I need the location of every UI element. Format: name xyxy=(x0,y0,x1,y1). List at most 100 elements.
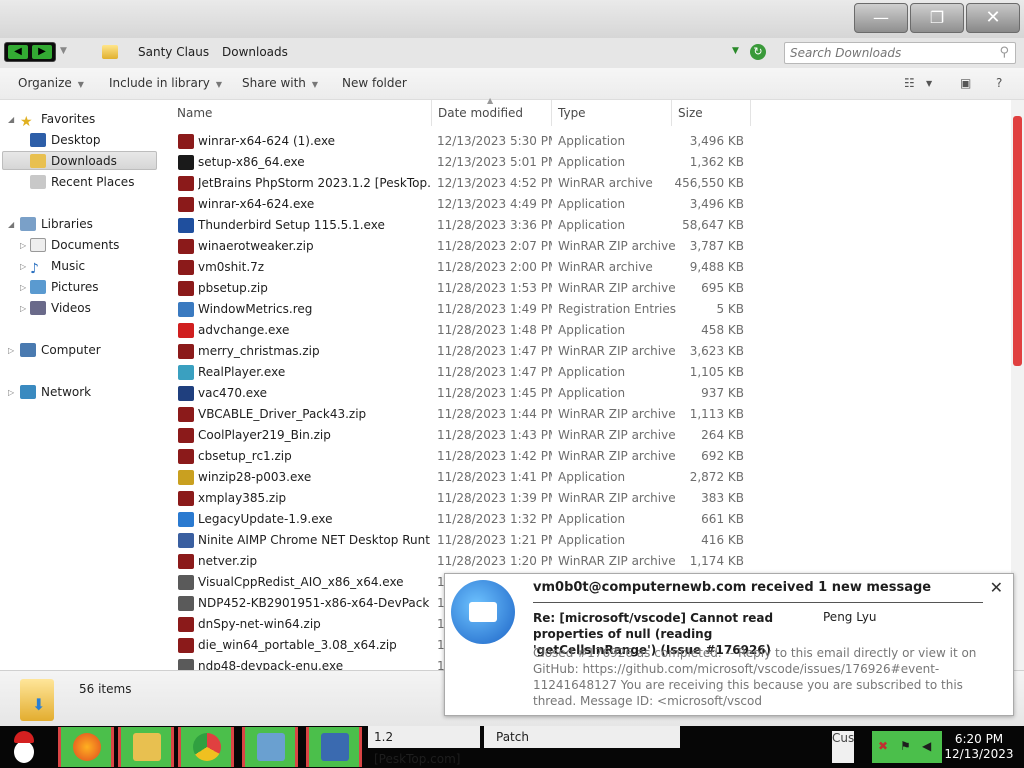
file-size: 458 KB xyxy=(701,323,744,337)
table-row[interactable]: LegacyUpdate-1.9.exe 11/28/2023 1:32 PM Ap… xyxy=(170,509,755,530)
table-row[interactable]: setup-x86_64.exe 12/13/2023 5:01 PM Applic… xyxy=(170,152,755,173)
table-row[interactable]: vac470.exe 11/28/2023 1:45 PM Application 9… xyxy=(170,383,755,404)
scrollbar-thumb[interactable] xyxy=(1013,116,1022,366)
column-header-date[interactable]: Date modified xyxy=(438,100,523,126)
minimize-button[interactable]: — xyxy=(854,3,908,33)
search-input[interactable] xyxy=(785,43,985,63)
chrome-icon xyxy=(193,733,221,761)
recent-pages-icon[interactable]: ▼ xyxy=(60,46,67,56)
column-header-type[interactable]: Type xyxy=(558,100,586,126)
sidebar-item-downloads[interactable]: Downloads xyxy=(2,151,157,170)
table-row[interactable]: cbsetup_rc1.zip 11/28/2023 1:42 PM WinRAR … xyxy=(170,446,755,467)
expand-icon[interactable]: ▷ xyxy=(8,346,14,355)
column-header-size[interactable]: Size xyxy=(678,100,703,126)
table-row[interactable]: pbsetup.zip 11/28/2023 1:53 PM WinRAR ZIP … xyxy=(170,278,755,299)
breadcrumb-item-user[interactable]: Santy Claus xyxy=(138,45,209,59)
file-icon xyxy=(178,575,194,590)
taskbar-remote[interactable] xyxy=(306,727,362,767)
expand-icon[interactable]: ▷ xyxy=(20,283,26,292)
table-row[interactable]: RealPlayer.exe 11/28/2023 1:47 PM Applicat… xyxy=(170,362,755,383)
preview-pane-icon[interactable]: ▣ xyxy=(960,76,971,90)
view-options-icon[interactable]: ☷ xyxy=(904,76,915,90)
sidebar-item-recent-places[interactable]: Recent Places xyxy=(30,173,134,192)
breadcrumb[interactable]: Santy Claus Downloads xyxy=(92,42,772,64)
start-button[interactable] xyxy=(2,727,46,767)
file-date: 11/28/2023 1:49 PM xyxy=(437,302,552,316)
file-type: Application xyxy=(558,512,626,526)
sidebar-item-libraries[interactable]: Libraries xyxy=(20,215,93,234)
sidebar-item-documents[interactable]: Documents xyxy=(30,236,119,255)
libraries-icon xyxy=(20,217,36,231)
sidebar-item-favorites[interactable]: ★ Favorites xyxy=(20,110,95,130)
taskbar-control-panel[interactable] xyxy=(242,727,298,767)
taskbar-chrome[interactable] xyxy=(178,727,234,767)
table-row[interactable]: winaerotweaker.zip 11/28/2023 2:07 PM WinR… xyxy=(170,236,755,257)
file-size: 695 KB xyxy=(701,281,744,295)
taskbar-explorer[interactable] xyxy=(118,727,174,767)
view-dropdown-icon[interactable]: ▼ xyxy=(926,79,932,88)
collapse-icon[interactable]: ◢ xyxy=(8,220,14,229)
file-icon xyxy=(178,155,194,170)
organize-button[interactable]: Organize ▼ xyxy=(18,76,84,90)
network-status-icon[interactable]: ✖ xyxy=(878,739,888,753)
column-divider[interactable] xyxy=(431,100,432,126)
forward-icon[interactable]: ▶ xyxy=(32,45,52,59)
table-row[interactable]: winzip28-p003.exe 11/28/2023 1:41 PM Appli… xyxy=(170,467,755,488)
table-row[interactable]: VBCABLE_Driver_Pack43.zip 11/28/2023 1:44… xyxy=(170,404,755,425)
volume-icon[interactable]: ◀ xyxy=(922,739,931,753)
documents-label: Documents xyxy=(51,238,120,252)
sidebar-item-videos[interactable]: Videos xyxy=(30,299,91,318)
help-button[interactable]: ? xyxy=(996,76,1002,90)
column-header-name[interactable]: Name xyxy=(177,100,212,126)
taskbar-window-label[interactable]: 1.2 [PeskTop.com] xyxy=(368,726,480,766)
expand-icon[interactable]: ▷ xyxy=(8,388,14,397)
share-with-button[interactable]: Share with ▼ xyxy=(242,76,318,90)
table-row[interactable]: Ninite AIMP Chrome NET Desktop Runti... 1… xyxy=(170,530,755,551)
expand-icon[interactable]: ▷ xyxy=(20,304,26,313)
expand-icon[interactable]: ▷ xyxy=(20,262,26,271)
table-row[interactable]: winrar-x64-624.exe 12/13/2023 4:49 PM Appl… xyxy=(170,194,755,215)
organize-label: Organize xyxy=(18,76,72,90)
sidebar-item-music[interactable]: ♪ Music xyxy=(30,257,85,277)
taskbar-window-patch[interactable]: Patch xyxy=(484,726,680,748)
column-divider[interactable] xyxy=(551,100,552,126)
column-divider[interactable] xyxy=(750,100,751,126)
collapse-icon[interactable]: ◢ xyxy=(8,115,14,124)
notification-close-button[interactable]: ✕ xyxy=(990,578,1003,597)
new-folder-button[interactable]: New folder xyxy=(342,76,407,90)
sidebar-item-pictures[interactable]: Pictures xyxy=(30,278,99,297)
table-row[interactable]: merry_christmas.zip 11/28/2023 1:47 PM Win… xyxy=(170,341,755,362)
music-icon: ♪ xyxy=(30,261,39,277)
column-divider[interactable] xyxy=(671,100,672,126)
flag-icon[interactable]: ⚑ xyxy=(900,739,911,753)
table-row[interactable]: Thunderbird Setup 115.5.1.exe 11/28/2023 … xyxy=(170,215,755,236)
clock[interactable]: 6:20 PM 12/13/2023 xyxy=(944,731,1014,763)
table-row[interactable]: WindowMetrics.reg 11/28/2023 1:49 PM Regis… xyxy=(170,299,755,320)
search-box[interactable]: ⚲ xyxy=(784,42,1016,64)
breadcrumb-item-downloads[interactable]: Downloads xyxy=(222,45,288,59)
refresh-icon[interactable]: ↻ xyxy=(750,44,766,60)
system-tray: ✖ ⚑ ◀ xyxy=(872,731,942,763)
sidebar-item-network[interactable]: Network xyxy=(20,383,91,402)
table-row[interactable]: JetBrains PhpStorm 2023.1.2 [PeskTop.co.… xyxy=(170,173,755,194)
table-row[interactable]: netver.zip 11/28/2023 1:20 PM WinRAR ZIP a… xyxy=(170,551,755,572)
table-row[interactable]: winrar-x64-624 (1).exe 12/13/2023 5:30 PM… xyxy=(170,131,755,152)
mail-notification[interactable]: vm0b0t@computernewb.com received 1 new m… xyxy=(444,573,1014,716)
back-icon[interactable]: ◀ xyxy=(8,45,28,59)
close-button[interactable]: ✕ xyxy=(966,3,1020,33)
maximize-button[interactable]: ❐ xyxy=(910,3,964,33)
notification-body[interactable]: Closed #176926 as completed. -- Reply to… xyxy=(533,645,993,709)
address-dropdown-icon[interactable]: ▼ xyxy=(732,46,739,56)
include-in-library-button[interactable]: Include in library ▼ xyxy=(109,76,222,90)
taskbar-firefox[interactable] xyxy=(58,727,114,767)
file-name: xmplay385.zip xyxy=(198,491,287,505)
table-row[interactable]: advchange.exe 11/28/2023 1:48 PM Applicati… xyxy=(170,320,755,341)
sidebar-item-computer[interactable]: Computer xyxy=(20,341,101,360)
tray-label[interactable]: Cus xyxy=(832,731,854,763)
sidebar-item-desktop[interactable]: Desktop xyxy=(30,131,101,150)
expand-icon[interactable]: ▷ xyxy=(20,241,26,250)
title-bar[interactable]: — ❐ ✕ xyxy=(0,0,1024,38)
table-row[interactable]: xmplay385.zip 11/28/2023 1:39 PM WinRAR ZI… xyxy=(170,488,755,509)
table-row[interactable]: vm0shit.7z 11/28/2023 2:00 PM WinRAR archi… xyxy=(170,257,755,278)
table-row[interactable]: CoolPlayer219_Bin.zip 11/28/2023 1:43 PM W… xyxy=(170,425,755,446)
